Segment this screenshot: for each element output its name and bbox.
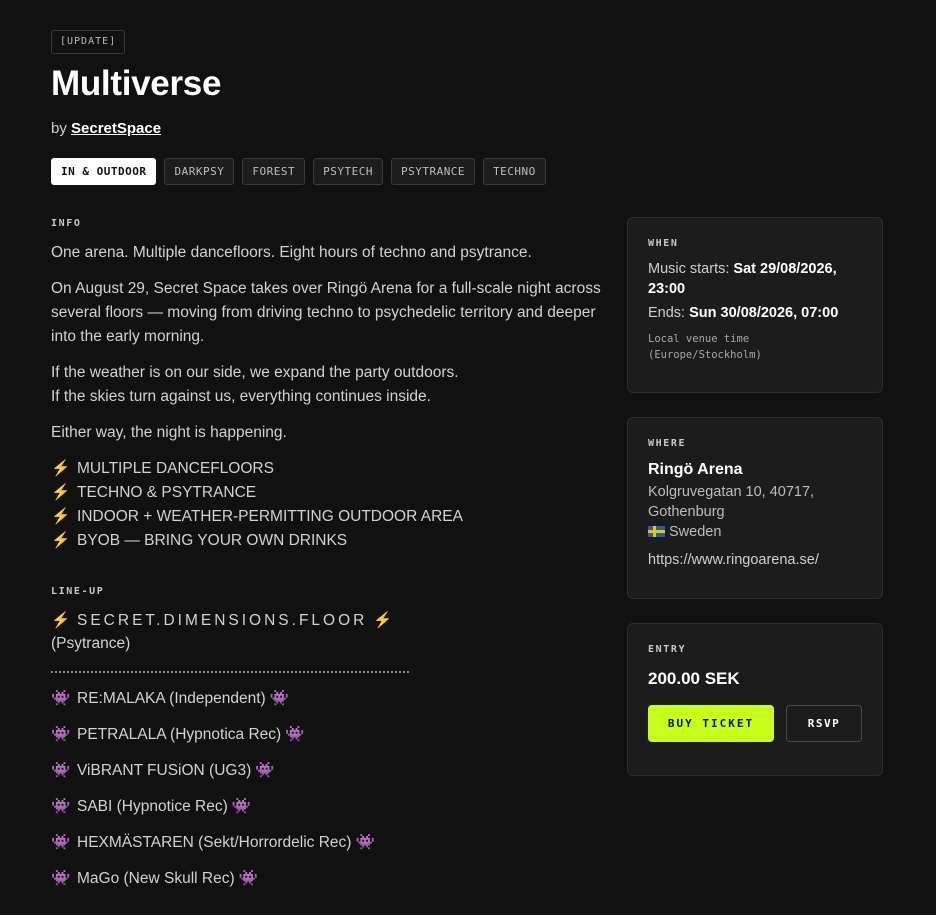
info-paragraph: One arena. Multiple dancefloors. Eight h… — [51, 244, 532, 261]
tag-psytech[interactable]: PSYTECH — [313, 158, 383, 185]
artist-item: 👾 HEXMÄSTAREN (Sekt/Horrordelic Rec) 👾 — [51, 831, 601, 855]
ends-value: Sun 30/08/2026, 07:00 — [689, 305, 839, 321]
byline: by SecretSpace — [51, 120, 161, 137]
floor-genre: (Psytrance) — [51, 635, 131, 652]
when-label: WHEN — [648, 238, 679, 249]
dotted-divider — [51, 671, 409, 673]
ends-label: Ends: — [648, 305, 686, 321]
timezone-note: Local venue time (Europe/Stockholm) — [648, 333, 762, 361]
lightning-icon: ⚡ — [51, 484, 71, 501]
info-paragraph: If the skies turn against us, everything… — [51, 388, 431, 405]
alien-monster-icon: 👾 — [51, 834, 71, 851]
lineup-label: LINE-UP — [51, 586, 105, 597]
feature-bullet: ⚡ MULTIPLE DANCEFLOORS — [51, 457, 601, 481]
artist-item: 👾 PETRALALA (Hypnotica Rec) 👾 — [51, 723, 601, 747]
artist-item: 👾 SABI (Hypnotice Rec) 👾 — [51, 795, 601, 819]
update-badge: [UPDATE] — [51, 30, 126, 54]
feature-bullet-text: INDOOR + WEATHER-PERMITTING OUTDOOR AREA — [77, 508, 463, 525]
lightning-icon: ⚡ — [51, 532, 71, 549]
alien-monster-icon: 👾 — [51, 726, 71, 743]
feature-bullet: ⚡ TECHNO & PSYTRANCE — [51, 481, 601, 505]
artist-item: 👾 MaGo (New Skull Rec) 👾 — [51, 867, 601, 891]
artist-name: ViBRANT FUSiON (UG3) — [77, 762, 252, 779]
info-label: INFO — [51, 218, 82, 229]
alien-monster-icon: 👾 — [231, 798, 252, 815]
artist-name: MaGo (New Skull Rec) — [77, 870, 235, 887]
event-title: Multiverse — [51, 64, 222, 103]
alien-monster-icon: 👾 — [255, 762, 275, 779]
genre-tags: IN & OUTDOOR DARKPSY FOREST PSYTECH PSYT… — [51, 158, 546, 185]
info-paragraph: On August 29, Secret Space takes over Ri… — [51, 280, 601, 345]
starts-label: Music starts: — [648, 261, 730, 277]
rsvp-button[interactable]: RSVP — [786, 705, 862, 742]
alien-monster-icon: 👾 — [51, 870, 71, 887]
alien-monster-icon: 👾 — [51, 798, 71, 815]
entry-label: ENTRY — [648, 644, 687, 655]
venue-name: Ringö Arena — [648, 461, 743, 478]
artist-name: PETRALALA (Hypnotica Rec) — [77, 726, 282, 743]
alien-monster-icon: 👾 — [285, 726, 305, 743]
tag-psytrance[interactable]: PSYTRANCE — [390, 158, 476, 185]
where-card: WHERE Ringö Arena Kolgruvegatan 10, 4071… — [627, 417, 883, 599]
artist-item: 👾 RE:MALAKA (Independent) 👾 — [51, 687, 601, 711]
artist-name: SABI (Hypnotice Rec) — [77, 798, 228, 815]
floor-title: ⚡ SECRET.DIMENSIONS.FLOOR ⚡ — [51, 609, 601, 633]
info-paragraph: Either way, the night is happening. — [51, 424, 287, 441]
organizer-link[interactable]: SecretSpace — [71, 120, 161, 137]
venue-country: Sweden — [648, 522, 862, 542]
lightning-icon: ⚡ — [51, 460, 71, 477]
feature-bullet-text: MULTIPLE DANCEFLOORS — [77, 460, 274, 477]
venue-website-link[interactable]: https://www.ringoarena.se/ — [648, 550, 862, 570]
venue-address: Kolgruvegatan 10, 40717, Gothenburg — [648, 484, 815, 520]
alien-monster-icon: 👾 — [355, 834, 375, 851]
info-paragraph: If the weather is on our side, we expand… — [51, 364, 459, 381]
feature-bullet: ⚡ INDOOR + WEATHER-PERMITTING OUTDOOR ARE… — [51, 505, 601, 529]
feature-bullet-text: BYOB — BRING YOUR OWN DRINKS — [77, 532, 348, 549]
lightning-icon: ⚡ — [373, 612, 396, 629]
feature-bullet: ⚡ BYOB — BRING YOUR OWN DRINKS — [51, 529, 601, 553]
alien-monster-icon: 👾 — [269, 690, 290, 707]
tag-in-outdoor[interactable]: IN & OUTDOOR — [51, 158, 157, 185]
tag-forest[interactable]: FOREST — [242, 158, 306, 185]
entry-card: ENTRY 200.00 SEK BUY TICKET RSVP — [627, 623, 883, 776]
alien-monster-icon: 👾 — [238, 870, 258, 887]
alien-monster-icon: 👾 — [51, 762, 71, 779]
entry-actions: BUY TICKET RSVP — [648, 705, 862, 742]
artist-item: 👾 ViBRANT FUSiON (UG3) 👾 — [51, 759, 601, 783]
sweden-flag-icon — [648, 526, 665, 537]
music-starts: Music starts: Sat 29/08/2026, 23:00 — [648, 259, 862, 299]
country-name: Sweden — [669, 524, 722, 540]
ticket-price: 200.00 SEK — [648, 669, 740, 688]
event-description: INFO One arena. Multiple dancefloors. Ei… — [51, 218, 601, 903]
where-label: WHERE — [648, 438, 687, 449]
floor-title-text: SECRET.DIMENSIONS.FLOOR — [77, 612, 368, 629]
when-card: WHEN Music starts: Sat 29/08/2026, 23:00… — [627, 217, 883, 393]
feature-bullet-text: TECHNO & PSYTRANCE — [77, 484, 257, 501]
tag-techno[interactable]: TECHNO — [483, 158, 546, 185]
tag-darkpsy[interactable]: DARKPSY — [164, 158, 235, 185]
lightning-icon: ⚡ — [51, 612, 74, 629]
byline-prefix: by — [51, 120, 67, 137]
artist-name: RE:MALAKA (Independent) — [77, 690, 266, 707]
alien-monster-icon: 👾 — [51, 690, 71, 707]
buy-ticket-button[interactable]: BUY TICKET — [648, 705, 774, 742]
lightning-icon: ⚡ — [51, 508, 71, 525]
music-ends: Ends: Sun 30/08/2026, 07:00 — [648, 303, 862, 323]
artist-name: HEXMÄSTAREN (Sekt/Horrordelic Rec) — [77, 834, 352, 851]
